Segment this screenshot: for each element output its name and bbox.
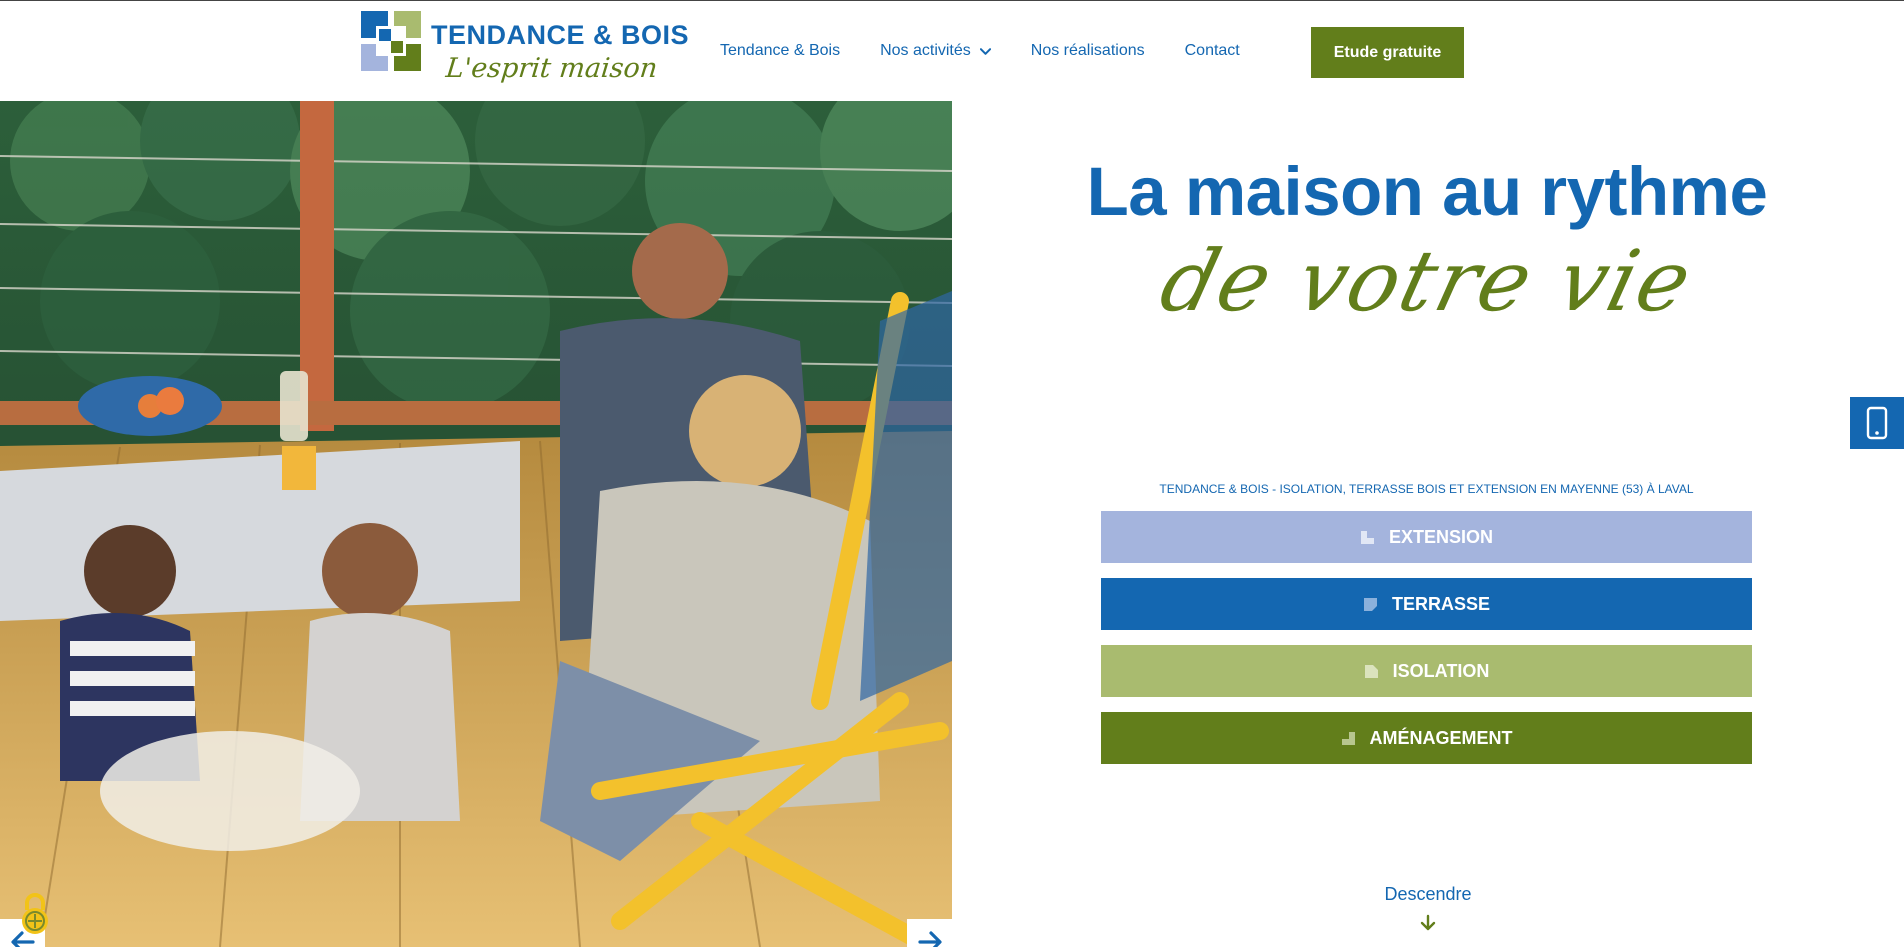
- site-logo[interactable]: TENDANCE & BOIS L'esprit maison: [361, 11, 689, 87]
- hero-subtitle: TENDANCE & BOIS - ISOLATION, TERRASSE BO…: [1159, 482, 1694, 496]
- hero-photo: [0, 101, 952, 947]
- hero-slider: [0, 101, 952, 947]
- site-header: TENDANCE & BOIS L'esprit maison Tendance…: [0, 1, 1904, 101]
- logo-mark: [361, 11, 423, 73]
- nav-item-nos-realisations[interactable]: Nos réalisations: [1031, 42, 1145, 60]
- extension-icon: [1360, 530, 1374, 544]
- hero-script-line: de votre vie: [1151, 232, 1703, 330]
- nav-item-label: Nos activités: [880, 42, 971, 59]
- nav-item-contact[interactable]: Contact: [1185, 42, 1240, 60]
- logo-name: TENDANCE & BOIS: [431, 20, 690, 50]
- slider-next-button[interactable]: [907, 919, 952, 947]
- nav-item-nos-activites[interactable]: Nos activités: [880, 42, 991, 60]
- terrasse-icon: [1363, 597, 1377, 611]
- amenagement-icon: [1341, 731, 1355, 745]
- main-nav: Tendance & Bois Nos activités Nos réalis…: [720, 25, 1280, 77]
- service-button-isolation[interactable]: ISOLATION: [1101, 645, 1752, 697]
- phone-icon: [1866, 406, 1888, 440]
- scroll-down-link[interactable]: Descendre: [1331, 884, 1525, 905]
- phone-side-button[interactable]: [1850, 397, 1904, 449]
- logo-tagline: L'esprit maison: [444, 53, 659, 84]
- nav-item-tendance-bois[interactable]: Tendance & Bois: [720, 42, 840, 60]
- service-label: EXTENSION: [1388, 526, 1494, 547]
- etude-gratuite-button[interactable]: Etude gratuite: [1311, 27, 1464, 78]
- nav-item-label: Tendance & Bois: [720, 42, 841, 59]
- service-button-terrasse[interactable]: TERRASSE: [1101, 578, 1752, 630]
- lock-icon[interactable]: [18, 890, 52, 936]
- service-label: TERRASSE: [1391, 593, 1490, 614]
- arrow-down-icon[interactable]: [1419, 914, 1437, 932]
- service-label: ISOLATION: [1392, 660, 1490, 681]
- chevron-down-icon: [979, 47, 991, 55]
- service-label: AMÉNAGEMENT: [1369, 727, 1513, 748]
- hero-headline: La maison au rythme: [1086, 153, 1768, 230]
- isolation-icon: [1364, 664, 1378, 678]
- arrow-right-icon: [917, 930, 942, 947]
- nav-item-label: Nos réalisations: [1030, 42, 1145, 59]
- service-button-extension[interactable]: EXTENSION: [1101, 511, 1752, 563]
- service-button-amenagement[interactable]: AMÉNAGEMENT: [1101, 712, 1752, 764]
- nav-item-label: Contact: [1184, 42, 1240, 59]
